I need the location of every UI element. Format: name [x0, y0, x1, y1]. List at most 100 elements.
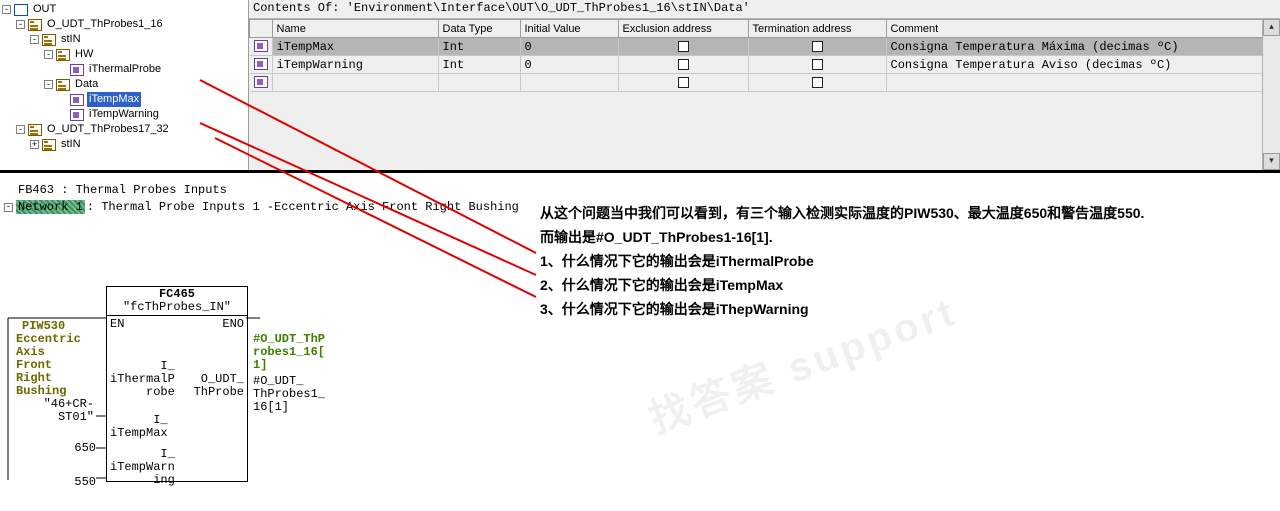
var-icon [70, 64, 84, 76]
network-desc: : Thermal Probe Inputs 1 -Eccentric Axis… [87, 200, 519, 214]
ext-tag: "46+CR- ST01" [22, 398, 94, 424]
struct-icon [28, 124, 42, 136]
checkbox[interactable] [812, 59, 823, 70]
var-icon [254, 76, 268, 88]
cell-type[interactable]: Int [438, 56, 520, 74]
path-bar: Contents Of: 'Environment\Interface\OUT\… [249, 0, 1280, 19]
tree-label: HW [73, 47, 95, 62]
cell-name[interactable]: iTempWarning [272, 56, 438, 74]
table-header-row: Name Data Type Initial Value Exclusion a… [250, 20, 1280, 38]
pin-en: EN [110, 318, 124, 331]
cell-comment[interactable]: Consigna Temperatura Máxima (decimas ºC) [886, 38, 1280, 56]
variable-tree[interactable]: -OUT -O_UDT_ThProbes1_16 -stIN -HW iTher… [0, 0, 248, 152]
cell-excl[interactable] [618, 56, 748, 74]
cell-term[interactable] [748, 56, 886, 74]
var-icon [254, 40, 268, 52]
top-pane: -OUT -O_UDT_ThProbes1_16 -stIN -HW iTher… [0, 0, 1280, 173]
folder-icon [14, 4, 28, 16]
collapse-icon[interactable]: - [16, 125, 25, 134]
tree-label: stIN [59, 137, 83, 152]
tree-node[interactable]: - O_UDT_ThProbes1_16 [2, 17, 248, 32]
fb-title: FB463 : Thermal Probes Inputs [0, 173, 1280, 199]
annotation-text: 从这个问题当中我们可以看到，有三个输入检测实际温度的PIW530、最大温度650… [540, 201, 1144, 321]
var-icon [254, 58, 268, 70]
table-row[interactable]: iTempWarning Int 0 Consigna Temperatura … [250, 56, 1280, 74]
data-pane: Contents Of: 'Environment\Interface\OUT\… [249, 0, 1280, 170]
tree-label: OUT [31, 2, 58, 17]
collapse-icon[interactable]: - [2, 5, 11, 14]
col-term[interactable]: Termination address [748, 20, 886, 38]
anno-line: 从这个问题当中我们可以看到，有三个输入检测实际温度的PIW530、最大温度650… [540, 201, 1144, 225]
tree-node-out[interactable]: - OUT [2, 2, 248, 17]
anno-line: 3、什么情况下它的输出会是iThepWarning [540, 297, 1144, 321]
cell-term[interactable] [748, 38, 886, 56]
cell-init[interactable]: 0 [520, 56, 618, 74]
tree-node[interactable]: - Data [2, 77, 248, 92]
table-row[interactable]: iTempMax Int 0 Consigna Temperatura Máxi… [250, 38, 1280, 56]
expand-icon[interactable]: + [30, 140, 39, 149]
pin-oudt: O_UDT_ ThProbe [194, 373, 244, 399]
var-icon [70, 94, 84, 106]
tree-node-itempwarning[interactable]: iTempWarning [2, 107, 248, 122]
struct-icon [56, 49, 70, 61]
struct-icon [42, 139, 56, 151]
cell-init[interactable]: 0 [520, 38, 618, 56]
scroll-down-button[interactable]: ▾ [1263, 153, 1280, 170]
pin-itempwarning: I_ iTempWarn ing [110, 448, 175, 487]
checkbox[interactable] [678, 77, 689, 88]
col-type[interactable]: Data Type [438, 20, 520, 38]
tree-label: iThermalProbe [87, 62, 163, 77]
cell-comment[interactable]: Consigna Temperatura Aviso (decimas ºC) [886, 56, 1280, 74]
fc-name: "fcThProbes_IN" [107, 301, 247, 314]
checkbox[interactable] [812, 77, 823, 88]
data-grid[interactable]: Name Data Type Initial Value Exclusion a… [249, 19, 1280, 170]
fc-block[interactable]: FC465 "fcThProbes_IN" EN ENO I_ iThermal… [106, 286, 248, 482]
ext-650: 650 [66, 442, 96, 455]
ext-550: 550 [66, 476, 96, 489]
tree-pane: -OUT -O_UDT_ThProbes1_16 -stIN -HW iTher… [0, 0, 249, 170]
checkbox[interactable] [678, 59, 689, 70]
vertical-scrollbar[interactable]: ▴ ▾ [1262, 19, 1280, 170]
tree-node[interactable]: + stIN [2, 137, 248, 152]
tree-label: stIN [59, 32, 83, 47]
scroll-track[interactable] [1263, 36, 1280, 153]
tree-label: Data [73, 77, 100, 92]
editor-pane: 找答案 support FB463 : Thermal Probes Input… [0, 173, 1280, 511]
pin-eno: ENO [222, 318, 244, 331]
col-name[interactable]: Name [272, 20, 438, 38]
table-row[interactable] [250, 74, 1280, 92]
scroll-up-button[interactable]: ▴ [1263, 19, 1280, 36]
tree-label: O_UDT_ThProbes1_16 [45, 17, 165, 32]
col-icon[interactable] [250, 20, 273, 38]
tree-node[interactable]: - HW [2, 47, 248, 62]
collapse-icon[interactable]: - [30, 35, 39, 44]
checkbox[interactable] [678, 41, 689, 52]
struct-icon [42, 34, 56, 46]
ext-oudt-val: #O_UDT_ ThProbes1_ 16[1] [253, 375, 325, 414]
fc-header: FC465 "fcThProbes_IN" [107, 287, 247, 316]
cell-type[interactable]: Int [438, 38, 520, 56]
col-excl[interactable]: Exclusion address [618, 20, 748, 38]
data-table[interactable]: Name Data Type Initial Value Exclusion a… [249, 19, 1280, 92]
ext-oudt-sym: #O_UDT_ThP robes1_16[ 1] [253, 333, 325, 372]
tree-node-itempmax[interactable]: iTempMax [2, 92, 248, 107]
col-init[interactable]: Initial Value [520, 20, 618, 38]
network-label[interactable]: Network 1 [16, 200, 85, 214]
collapse-icon[interactable]: - [44, 50, 53, 59]
anno-line: 1、什么情况下它的输出会是iThermalProbe [540, 249, 1144, 273]
struct-icon [56, 79, 70, 91]
anno-line: 而输出是#O_UDT_ThProbes1-16[1]. [540, 225, 1144, 249]
tree-label: iTempWarning [87, 107, 161, 122]
tree-node-ithermalprobe[interactable]: iThermalProbe [2, 62, 248, 77]
pin-itempmax: I_ iTempMax [110, 414, 168, 440]
tree-node[interactable]: - stIN [2, 32, 248, 47]
collapse-icon[interactable]: - [16, 20, 25, 29]
cell-excl[interactable] [618, 38, 748, 56]
col-comment[interactable]: Comment [886, 20, 1280, 38]
var-icon [70, 109, 84, 121]
checkbox[interactable] [812, 41, 823, 52]
cell-name[interactable]: iTempMax [272, 38, 438, 56]
collapse-icon[interactable]: - [44, 80, 53, 89]
tree-node[interactable]: -O_UDT_ThProbes17_32 [2, 122, 248, 137]
collapse-icon[interactable]: - [4, 203, 13, 212]
